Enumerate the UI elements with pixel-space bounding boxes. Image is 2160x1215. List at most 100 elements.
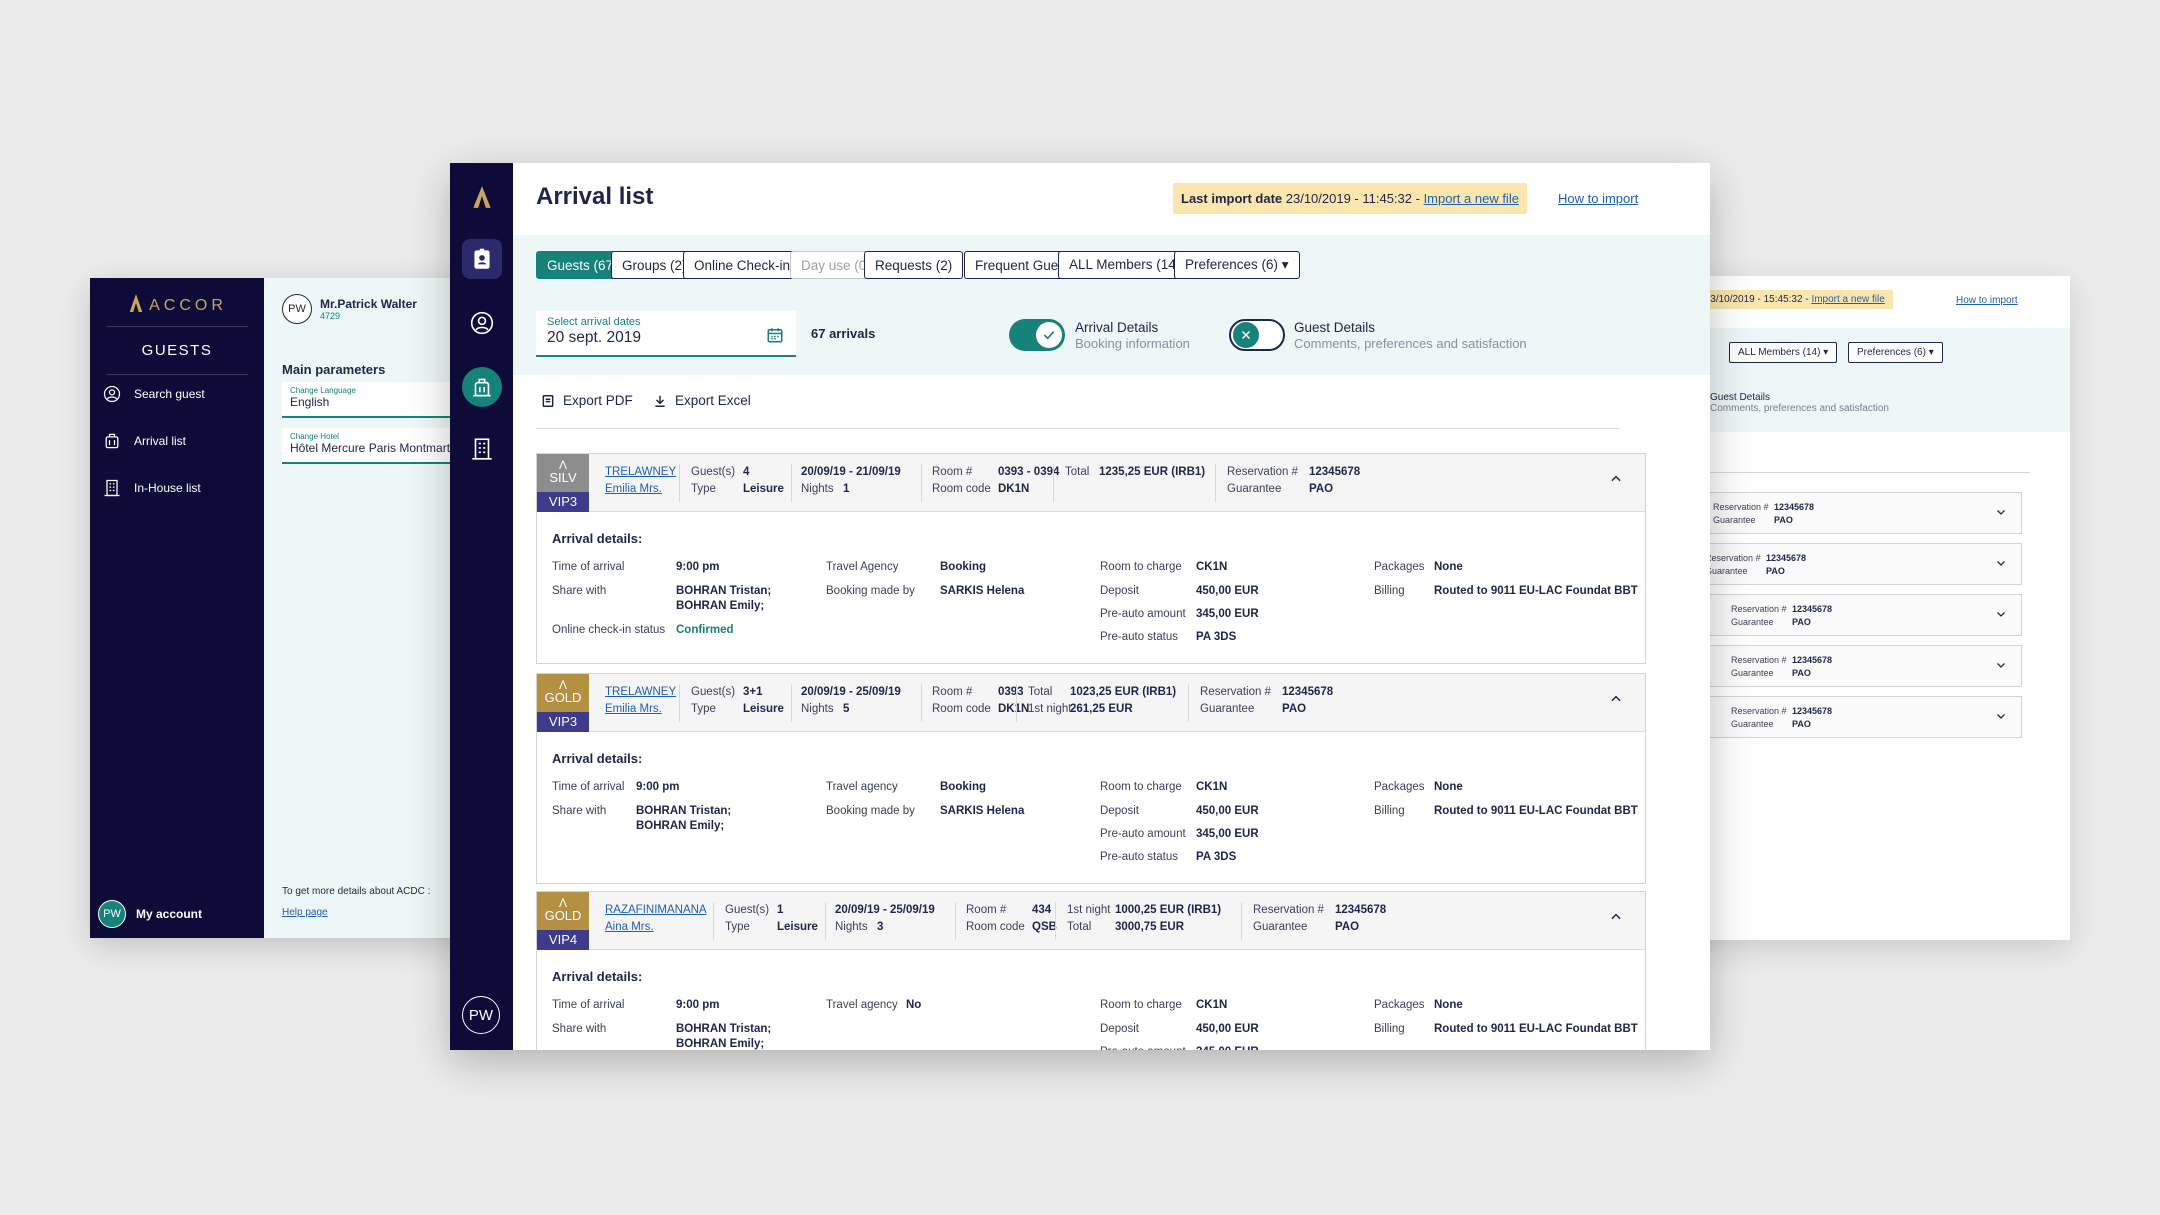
nav-arrival-list[interactable]: Arrival list — [102, 431, 186, 451]
header-column: 20/09/19 - 25/09/19 Nights 3 — [835, 902, 935, 936]
chevron-down-icon[interactable] — [1995, 506, 2007, 521]
how-to-import-link[interactable]: How to import — [1956, 295, 2018, 306]
export-pdf-button[interactable]: Export PDF — [541, 393, 633, 408]
import-new-file-link[interactable]: Import a new file — [1424, 191, 1519, 206]
user-block: PW Mr.Patrick Walter 4729 — [282, 294, 417, 324]
card-header[interactable]: Λ SILV VIP3 TRELAWNEY Emilia Mrs. Guest(s) 4 Ty… — [537, 454, 1645, 512]
import-link[interactable]: Import a new file — [1811, 294, 1884, 305]
arrival-details-toggle[interactable] — [1009, 319, 1065, 351]
detail-item: Booking made by SARKIS Helena — [826, 583, 1024, 600]
detail-key: Room to charge — [1100, 999, 1182, 1011]
detail-value: 9:00 pm — [636, 781, 680, 793]
detail-value: CK1N — [1196, 999, 1228, 1011]
tab-preferences[interactable]: Preferences (6) ▾ — [1848, 342, 1943, 363]
my-account-label: My account — [136, 907, 203, 921]
close-icon — [1241, 330, 1251, 340]
tab-4[interactable]: Requests (2) — [864, 251, 964, 279]
chevron-down-icon[interactable] — [1995, 659, 2007, 674]
header-value: 20/09/19 - 21/09/19 — [801, 466, 901, 478]
section-title: GUESTS — [141, 342, 213, 359]
detail-item: Deposit 450,00 EUR — [1100, 583, 1259, 600]
reservation-row[interactable]: EUR (IRB1)EURReservation #Guarantee12345… — [1660, 594, 2022, 636]
detail-key: Share with — [552, 805, 607, 817]
detail-item: Travel agency No — [826, 997, 921, 1014]
chevron-down-icon[interactable] — [1995, 557, 2007, 572]
nav-in-house-list[interactable]: In-House list — [102, 478, 201, 498]
avatar: PW — [282, 294, 312, 324]
reservation-value: 12345678 — [1774, 502, 1815, 512]
header-key: Room code — [932, 703, 991, 715]
header-value: 3+1 — [743, 686, 763, 698]
guarantee-value: PAO — [1792, 719, 1811, 729]
guest-name-link[interactable]: RAZAFINIMANANA — [605, 904, 707, 916]
accor-logo[interactable] — [462, 177, 502, 217]
reservation-key: Reservation # — [1705, 553, 1761, 563]
nav-label: Arrival list — [134, 434, 187, 448]
header-line: 1st night 1000,25 EUR (IRB1) — [1067, 902, 1221, 919]
guest-name-link[interactable]: TRELAWNEY — [605, 466, 676, 478]
header-key: Guest(s) — [725, 904, 770, 916]
card-header[interactable]: Λ GOLD VIP4 RAZAFINIMANANA Aina Mrs. Guest(s)… — [537, 892, 1645, 950]
reservation-row[interactable]: (IRB1)Reservation #Guarantee12345678PAO — [1660, 543, 2022, 585]
rail-guests[interactable] — [462, 239, 502, 279]
luggage-icon — [473, 378, 491, 397]
reservation-row[interactable]: EUR (IRB1)EURReservation #Guarantee12345… — [1660, 696, 2022, 738]
header-line: Total 1235,25 EUR (IRB1) — [1065, 464, 1205, 481]
detail-key: Pre-auto status — [1100, 851, 1178, 863]
tab-all-members[interactable]: ALL Members (14) ▾ — [1729, 342, 1838, 363]
header-line: Emilia Mrs. — [605, 701, 676, 718]
help-page-link[interactable]: Help page — [282, 907, 430, 918]
how-to-import-link[interactable]: How to import — [1558, 191, 1638, 206]
search-guest-icon — [470, 311, 494, 335]
header-value: Leisure — [743, 483, 784, 495]
divider — [955, 902, 956, 940]
chevron-up-icon[interactable] — [1609, 910, 1623, 924]
detail-key: Share with — [552, 585, 607, 597]
card-details: Arrival details: Time of arrival 9:00 pm Sh… — [537, 512, 1645, 670]
import-banner: Last import date 23/10/2019 - 11:45:32 -… — [1173, 183, 1527, 214]
account-avatar[interactable]: PW — [462, 996, 500, 1034]
chevron-svg — [1997, 663, 2005, 668]
chevron-up-icon[interactable] — [1609, 692, 1623, 706]
guest-name-link[interactable]: TRELAWNEY — [605, 686, 676, 698]
detail-value: Routed to 9011 EU-LAC Foundat BBT — [1434, 805, 1638, 817]
header-value: 12345678 — [1335, 904, 1387, 916]
rail-search-guest[interactable] — [462, 303, 502, 343]
guest-name-link[interactable]: Emilia Mrs. — [605, 483, 662, 495]
reservation-value: 12345678 — [1792, 706, 1833, 716]
search-guest-icon — [103, 385, 121, 403]
detail-key: Billing — [1374, 585, 1405, 597]
rail-arrival-list[interactable] — [462, 367, 502, 407]
reservation-row[interactable]: EUR (IRB1)EURReservation #Guarantee12345… — [1660, 645, 2022, 687]
accor-logo[interactable]: ACCOR — [90, 292, 264, 315]
detail-item: Deposit 450,00 EUR — [1100, 1021, 1259, 1038]
chevron-up-icon[interactable] — [1609, 472, 1623, 486]
export-label: Export PDF — [563, 393, 633, 408]
reservation-value: 12345678 — [1792, 604, 1833, 614]
chevron-down-icon[interactable] — [1995, 710, 2007, 725]
help-text: To get more details about ACDC : — [282, 886, 431, 897]
card-header[interactable]: Λ GOLD VIP3 TRELAWNEY Emilia Mrs. Guest(s) 3+1… — [537, 674, 1645, 732]
export-excel-button[interactable]: Export Excel — [653, 393, 751, 408]
guest-details-toggle[interactable] — [1229, 319, 1285, 351]
divider — [713, 902, 714, 940]
arrival-date-picker[interactable]: Select arrival dates 20 sept. 2019 — [536, 311, 796, 357]
detail-key: Packages — [1374, 561, 1425, 573]
detail-key: Travel Agency — [826, 561, 899, 573]
detail-value: 345,00 EUR — [1196, 608, 1259, 620]
reservation-row[interactable]: UR (IRB1)Reservation #Guarantee12345678P… — [1660, 492, 2022, 534]
guest-name-link[interactable]: Emilia Mrs. — [605, 703, 662, 715]
detail-item: Time of arrival 9:00 pm — [552, 559, 719, 576]
reservation-values: 12345678 PAO — [1792, 654, 1832, 680]
chevron-down-icon[interactable] — [1995, 608, 2007, 623]
header-line: Reservation # 12345678 — [1227, 464, 1360, 481]
rail-in-house-list[interactable] — [462, 429, 502, 469]
header-line: 1st night261,25 EUR — [1028, 701, 1176, 718]
nav-search-guest[interactable]: Search guest — [102, 384, 205, 404]
my-account-button[interactable]: PW My account — [98, 900, 202, 928]
divider — [921, 464, 922, 502]
guest-name-link[interactable]: Aina Mrs. — [605, 921, 654, 933]
detail-key: Online check-in status — [552, 624, 666, 636]
detail-key: Booking made by — [826, 585, 915, 597]
tab-7[interactable]: Preferences (6) ▾ — [1174, 251, 1300, 279]
